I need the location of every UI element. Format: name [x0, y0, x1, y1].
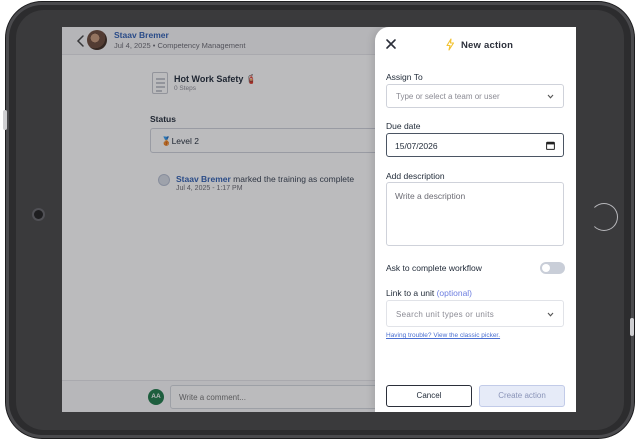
create-action-button[interactable]: Create action — [479, 385, 565, 407]
camera-icon — [34, 210, 43, 219]
new-action-drawer: New action Assign To Type or select a te… — [375, 27, 576, 412]
assign-to-label: Assign To — [386, 72, 423, 82]
chevron-down-icon — [547, 94, 554, 99]
screen: Staav Bremer Jul 4, 2025 • Competency Ma… — [62, 27, 576, 412]
toggle-knob — [542, 264, 550, 272]
unit-search-select[interactable]: Search unit types or units — [386, 300, 564, 327]
classic-picker-link[interactable]: Having trouble? View the classic picker. — [386, 332, 500, 339]
workflow-toggle[interactable] — [540, 262, 565, 274]
due-date-value: 15/07/2026 — [395, 141, 438, 151]
assign-to-select[interactable]: Type or select a team or user — [386, 84, 564, 108]
close-icon[interactable] — [385, 38, 397, 50]
chevron-down-icon — [547, 312, 554, 317]
due-date-label: Due date — [386, 121, 421, 131]
description-placeholder: Write a description — [395, 191, 466, 201]
cancel-button[interactable]: Cancel — [386, 385, 472, 407]
home-button-icon[interactable] — [590, 203, 618, 231]
calendar-icon[interactable] — [546, 141, 555, 150]
unit-label: Link to a unit (optional) — [386, 288, 472, 298]
unit-optional: (optional) — [436, 288, 473, 298]
drawer-title: New action — [461, 40, 514, 51]
assign-to-placeholder: Type or select a team or user — [396, 92, 500, 101]
description-textarea[interactable]: Write a description — [386, 182, 564, 246]
workflow-label: Ask to complete workflow — [386, 263, 482, 273]
due-date-input[interactable]: 15/07/2026 — [386, 133, 564, 157]
side-button — [630, 318, 634, 336]
volume-button — [3, 110, 7, 130]
unit-placeholder: Search unit types or units — [396, 310, 495, 319]
description-label: Add description — [386, 171, 445, 181]
unit-label-text: Link to a unit — [386, 288, 435, 298]
bolt-icon — [446, 38, 455, 51]
